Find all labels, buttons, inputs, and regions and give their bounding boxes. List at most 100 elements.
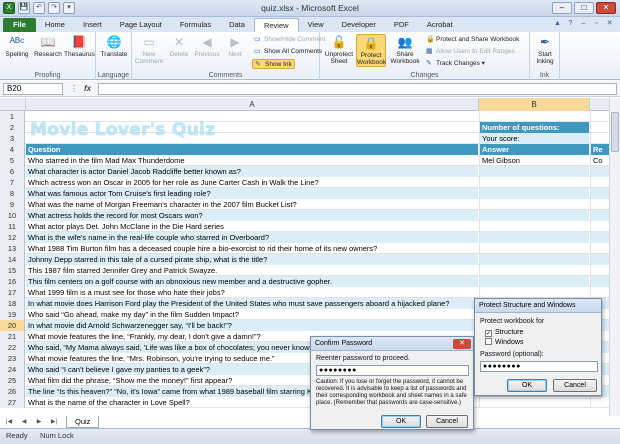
- row-number[interactable]: 24: [0, 364, 25, 375]
- confirm-cancel-button[interactable]: Cancel: [426, 415, 468, 428]
- tab-acrobat[interactable]: Acrobat: [418, 18, 462, 32]
- workbook-restore-icon[interactable]: ▫: [592, 19, 601, 28]
- windows-checkbox[interactable]: Windows: [485, 338, 523, 347]
- row-number[interactable]: 26: [0, 386, 25, 397]
- confirm-dialog-close-button[interactable]: ✕: [453, 339, 471, 349]
- cell-a[interactable]: Which actress won an Oscar in 2005 for h…: [26, 177, 478, 188]
- row-number[interactable]: 25: [0, 375, 25, 386]
- row-number[interactable]: 17: [0, 287, 25, 298]
- cell-a[interactable]: What 1999 film is a must see for those w…: [26, 287, 478, 298]
- row-number[interactable]: 15: [0, 265, 25, 276]
- next-sheet-icon[interactable]: ▶: [32, 417, 46, 427]
- cell-a[interactable]: This film centers on a golf course with …: [26, 276, 478, 287]
- cell-b[interactable]: [479, 254, 589, 265]
- cell-a[interactable]: Who said “Go ahead, make my day” in the …: [26, 309, 478, 320]
- cell-b[interactable]: [479, 111, 589, 122]
- row-number[interactable]: 18: [0, 298, 25, 309]
- formula-input[interactable]: [98, 83, 617, 95]
- row-number[interactable]: 7: [0, 177, 25, 188]
- prev-sheet-icon[interactable]: ◀: [17, 417, 31, 427]
- cell-b[interactable]: [479, 166, 589, 177]
- cell-a[interactable]: What is the wife's name in the real-life…: [26, 232, 478, 243]
- cell-b[interactable]: [479, 188, 589, 199]
- insert-function-icon[interactable]: fx: [84, 84, 91, 93]
- research-button[interactable]: 📖 Research: [33, 34, 63, 58]
- cell-b[interactable]: [479, 287, 589, 298]
- row-number[interactable]: 5: [0, 155, 25, 166]
- cell-a[interactable]: Who starred in the film Mad Max Thunderd…: [26, 155, 478, 166]
- cell-a[interactable]: What character is actor Daniel Jacob Rad…: [26, 166, 478, 177]
- tab-formulas[interactable]: Formulas: [171, 18, 220, 32]
- translate-button[interactable]: 🌐 Translate: [99, 34, 129, 58]
- close-button[interactable]: ✕: [596, 2, 616, 14]
- workbook-close-icon[interactable]: ✕: [605, 19, 614, 28]
- row-number[interactable]: 13: [0, 243, 25, 254]
- cell-b[interactable]: [479, 265, 589, 276]
- help-icon[interactable]: ?: [566, 19, 575, 28]
- cell-b[interactable]: Mel Gibson: [479, 155, 589, 166]
- row-number[interactable]: 14: [0, 254, 25, 265]
- cell-b[interactable]: Your score:: [479, 133, 589, 144]
- cell-b[interactable]: [479, 276, 589, 287]
- select-all-corner[interactable]: [0, 98, 26, 111]
- tab-home[interactable]: Home: [36, 18, 74, 32]
- cell-b[interactable]: [479, 221, 589, 232]
- row-number[interactable]: 16: [0, 276, 25, 287]
- protect-password-field[interactable]: ●●●●●●●●: [480, 361, 598, 372]
- protect-share-button[interactable]: 🔒Protect and Share Workbook: [424, 35, 521, 45]
- share-workbook-button[interactable]: 👥 Share Workbook: [390, 34, 420, 65]
- last-sheet-icon[interactable]: ▶|: [47, 417, 61, 427]
- cell-b[interactable]: [479, 177, 589, 188]
- tab-pdf[interactable]: PDF: [385, 18, 418, 32]
- cell-a[interactable]: Johnny Depp starred in this tale of a cu…: [26, 254, 478, 265]
- start-inking-button[interactable]: ✒ Start Inking: [530, 34, 560, 65]
- confirm-ok-button[interactable]: OK: [381, 415, 421, 428]
- row-number[interactable]: 11: [0, 221, 25, 232]
- row-number[interactable]: 20: [0, 320, 25, 331]
- confirm-password-field[interactable]: ●●●●●●●●: [316, 365, 469, 376]
- row-number[interactable]: 2: [0, 122, 25, 133]
- cell-a[interactable]: What 1988 Tim Burton film has a deceased…: [26, 243, 478, 254]
- cell-a[interactable]: What was famous actor Tom Cruise's first…: [26, 188, 478, 199]
- first-sheet-icon[interactable]: |◀: [2, 417, 16, 427]
- cell-b[interactable]: Answer: [479, 144, 589, 155]
- vertical-scrollbar[interactable]: [609, 98, 620, 416]
- new-comment-button[interactable]: ▭ New Comment: [134, 34, 164, 65]
- row-number[interactable]: 27: [0, 397, 25, 408]
- column-header-b[interactable]: B: [479, 98, 590, 111]
- thesaurus-button[interactable]: 📕 Thesaurus: [64, 34, 95, 58]
- cell-b[interactable]: [479, 199, 589, 210]
- cell-b[interactable]: Number of questions:: [479, 122, 589, 133]
- column-header-a[interactable]: A: [26, 98, 479, 111]
- structure-checkbox[interactable]: ✓ Structure: [485, 328, 523, 337]
- row-number[interactable]: 8: [0, 188, 25, 199]
- tab-page-layout[interactable]: Page Layout: [111, 18, 171, 32]
- cell-a[interactable]: In what movie does Harrison Ford play th…: [26, 298, 478, 309]
- row-number[interactable]: 23: [0, 353, 25, 364]
- protect-ok-button[interactable]: OK: [507, 379, 547, 392]
- cell-b[interactable]: [479, 243, 589, 254]
- cell-b[interactable]: [479, 397, 589, 408]
- previous-comment-button[interactable]: ◀ Previous: [192, 34, 222, 58]
- allow-users-edit-ranges-button[interactable]: ▦ Allow Users to Edit Ranges: [424, 47, 517, 57]
- minimize-button[interactable]: –: [552, 2, 572, 14]
- cell-b[interactable]: [479, 232, 589, 243]
- delete-comment-button[interactable]: ✕ Delete: [164, 34, 194, 58]
- sheet-tab-quiz[interactable]: Quiz: [66, 416, 100, 428]
- show-hide-comment-button[interactable]: ▭ Show/Hide Comment: [252, 35, 327, 45]
- cell-a[interactable]: What was the name of Morgan Freeman's ch…: [26, 199, 478, 210]
- row-number[interactable]: 10: [0, 210, 25, 221]
- row-number[interactable]: 12: [0, 232, 25, 243]
- row-number[interactable]: 22: [0, 342, 25, 353]
- row-number[interactable]: 9: [0, 199, 25, 210]
- row-number[interactable]: 4: [0, 144, 25, 155]
- protect-workbook-button[interactable]: 🔒 Protect Workbook: [356, 34, 386, 67]
- tab-developer[interactable]: Developer: [333, 18, 385, 32]
- spelling-button[interactable]: ᴬᴮᶜ Spelling: [2, 34, 32, 58]
- show-all-comments-button[interactable]: ▭ Show All Comments: [252, 47, 324, 57]
- protect-cancel-button[interactable]: Cancel: [553, 379, 597, 392]
- tab-view[interactable]: View: [299, 18, 333, 32]
- row-number[interactable]: 6: [0, 166, 25, 177]
- row-number[interactable]: 1: [0, 111, 25, 122]
- name-box[interactable]: B20: [3, 83, 63, 95]
